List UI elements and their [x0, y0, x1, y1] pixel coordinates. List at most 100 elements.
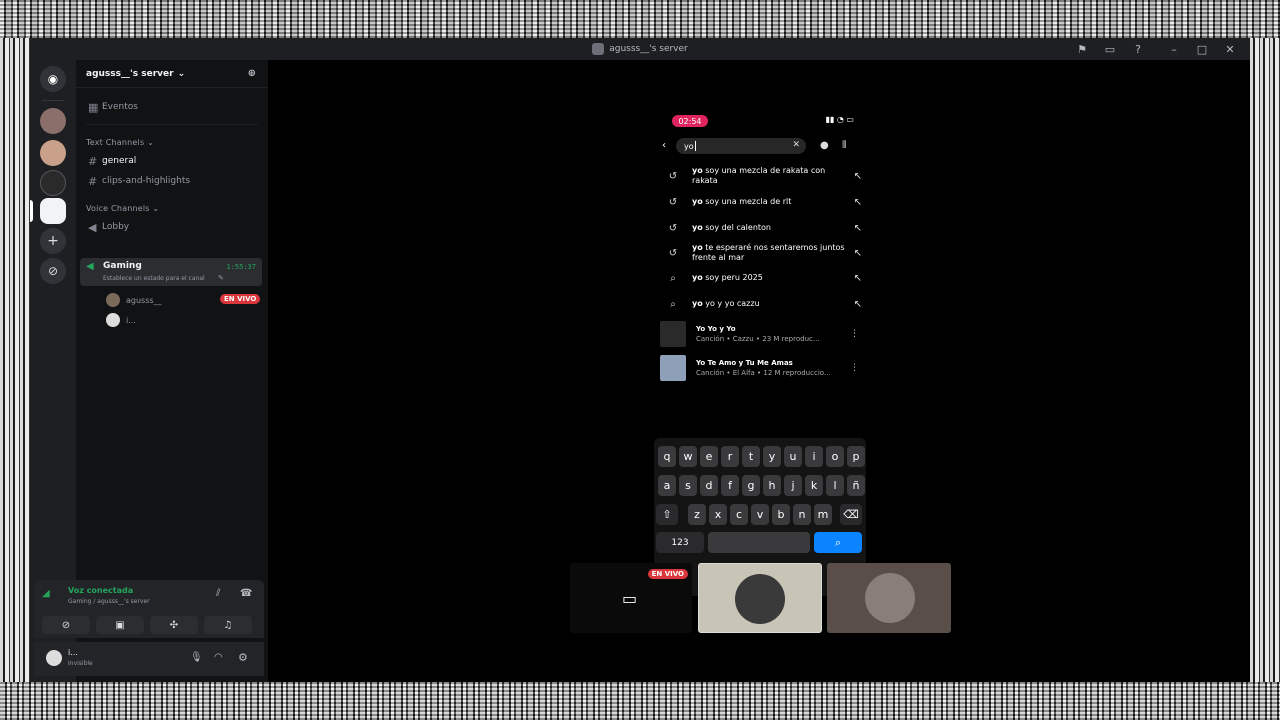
- key-row-3: zxcvbnm: [654, 504, 866, 526]
- arrow-up-left-icon[interactable]: ↖: [846, 273, 862, 284]
- song-item[interactable]: Yo Yo y Yo Canción • Cazzu • 23 M reprod…: [660, 319, 860, 349]
- suggestion-item[interactable]: ↺ yo te esperaré nos sentaremos juntos f…: [662, 241, 862, 265]
- noise-suppression-icon[interactable]: ⫽: [216, 588, 220, 599]
- add-member-icon[interactable]: ⊕: [248, 68, 256, 79]
- suggestion-item[interactable]: ⌕ yo yo y yo cazzu ↖: [662, 292, 862, 316]
- arrow-up-left-icon[interactable]: ↖: [846, 197, 862, 208]
- backspace-key[interactable]: ⌫: [840, 504, 862, 525]
- back-arrow-icon[interactable]: ‹: [662, 140, 666, 151]
- key-f[interactable]: f: [721, 475, 739, 496]
- search-key[interactable]: ⌕: [814, 532, 862, 553]
- more-icon[interactable]: ⋮: [850, 329, 860, 339]
- key-p[interactable]: p: [847, 446, 865, 467]
- arrow-up-left-icon[interactable]: ↖: [846, 171, 862, 182]
- arrow-up-left-icon[interactable]: ↖: [846, 299, 862, 310]
- screen-share-button[interactable]: ▣: [96, 616, 144, 634]
- key-q[interactable]: q: [658, 446, 676, 467]
- channel-status: Establece un estado para el canal: [103, 275, 205, 282]
- stream-tile-screen[interactable]: ▭ EN VIVO: [570, 563, 692, 633]
- disconnect-icon[interactable]: ☎: [240, 588, 252, 599]
- numbers-key[interactable]: 123: [656, 532, 704, 553]
- server-icon-3[interactable]: [40, 170, 66, 196]
- microphone-icon[interactable]: ●: [820, 140, 829, 151]
- suggestion-item[interactable]: ↺ yo soy una mezcla de rakata con rakata…: [662, 164, 862, 188]
- key-z[interactable]: z: [688, 504, 706, 525]
- suggestion-item[interactable]: ↺ yo soy una mezcla de rlt ↖: [662, 190, 862, 214]
- key-y[interactable]: y: [763, 446, 781, 467]
- server-icon-active[interactable]: [40, 198, 66, 224]
- key-c[interactable]: c: [730, 504, 748, 525]
- headphones-icon[interactable]: ◠: [214, 652, 223, 663]
- key-x[interactable]: x: [709, 504, 727, 525]
- key-d[interactable]: d: [700, 475, 718, 496]
- events-row[interactable]: ▦ Eventos: [82, 98, 262, 116]
- key-i[interactable]: i: [805, 446, 823, 467]
- suggestion-item[interactable]: ⌕ yo soy peru 2025 ↖: [662, 266, 862, 290]
- soundboard-button[interactable]: ♫: [204, 616, 252, 634]
- avatar[interactable]: [46, 650, 62, 666]
- key-t[interactable]: t: [742, 446, 760, 467]
- history-icon: ↺: [668, 222, 678, 234]
- key-r[interactable]: r: [721, 446, 739, 467]
- arrow-up-left-icon[interactable]: ↖: [846, 248, 862, 259]
- key-b[interactable]: b: [772, 504, 790, 525]
- suggestion-item[interactable]: ↺ yo soy del calenton ↖: [662, 216, 862, 240]
- add-server-icon[interactable]: +: [40, 228, 66, 254]
- key-j[interactable]: j: [784, 475, 802, 496]
- key-e[interactable]: e: [700, 446, 718, 467]
- key-o[interactable]: o: [826, 446, 844, 467]
- gear-icon[interactable]: ⚙: [238, 651, 248, 664]
- microphone-icon[interactable]: 🎙: [190, 652, 203, 663]
- channel-general[interactable]: # general: [82, 152, 262, 170]
- close-button[interactable]: ✕: [1216, 38, 1244, 60]
- search-input[interactable]: yo ✕: [676, 138, 806, 154]
- clear-icon[interactable]: ✕: [792, 140, 800, 150]
- discord-window: agusss__'s server ⚑ ▭ ? – □ ✕ ◉ + ⊘ agus…: [30, 38, 1250, 682]
- maximize-button[interactable]: □: [1188, 38, 1216, 60]
- channel-lobby[interactable]: ◀ Lobby: [82, 218, 262, 236]
- key-n[interactable]: n: [793, 504, 811, 525]
- key-v[interactable]: v: [751, 504, 769, 525]
- participant-tile[interactable]: [827, 563, 951, 633]
- discord-home-icon[interactable]: ◉: [40, 66, 66, 92]
- song-item[interactable]: Yo Te Amo y Tu Me Amas Canción • El Alfa…: [660, 353, 860, 383]
- key-m[interactable]: m: [814, 504, 832, 525]
- shift-key[interactable]: ⇧: [656, 504, 678, 525]
- activities-button[interactable]: ✣: [150, 616, 198, 634]
- avatar: [865, 573, 915, 623]
- server-icon-1[interactable]: [40, 108, 66, 134]
- flag-icon[interactable]: ⚑: [1068, 38, 1096, 60]
- key-ñ[interactable]: ñ: [847, 475, 865, 496]
- server-header[interactable]: agusss__'s server ⌄ ⊕: [76, 60, 268, 88]
- space-key[interactable]: [708, 532, 810, 553]
- arrow-up-left-icon[interactable]: ↖: [846, 223, 862, 234]
- audio-wave-icon[interactable]: ⦀: [842, 140, 846, 151]
- minimize-button[interactable]: –: [1160, 38, 1188, 60]
- key-l[interactable]: l: [826, 475, 844, 496]
- discover-icon[interactable]: ⊘: [40, 258, 66, 284]
- voice-member-i[interactable]: i...: [106, 312, 136, 328]
- camera-off-button[interactable]: ⊘: [42, 616, 90, 634]
- key-g[interactable]: g: [742, 475, 760, 496]
- live-badge: EN VIVO: [647, 569, 688, 579]
- key-h[interactable]: h: [763, 475, 781, 496]
- key-a[interactable]: a: [658, 475, 676, 496]
- text-channels-category[interactable]: Text Channels ⌄: [86, 138, 154, 147]
- key-k[interactable]: k: [805, 475, 823, 496]
- channel-clips[interactable]: # clips-and-highlights: [82, 172, 262, 190]
- voice-channels-category[interactable]: Voice Channels ⌄: [86, 204, 159, 213]
- server-icon-2[interactable]: [40, 140, 66, 166]
- key-w[interactable]: w: [679, 446, 697, 467]
- voice-status[interactable]: Voz conectada: [68, 586, 133, 595]
- voice-location[interactable]: Gaming / agusss__'s server: [68, 598, 150, 605]
- edit-icon[interactable]: ✎: [218, 274, 224, 282]
- key-s[interactable]: s: [679, 475, 697, 496]
- server-icon: [592, 43, 605, 55]
- inbox-icon[interactable]: ▭: [1096, 38, 1124, 60]
- more-icon[interactable]: ⋮: [850, 363, 860, 373]
- voice-member-agusss[interactable]: agusss__: [106, 292, 162, 308]
- participant-tile-active[interactable]: [698, 563, 822, 633]
- channel-gaming[interactable]: ◀ Gaming 1:55:37 Establece un estado par…: [80, 258, 262, 286]
- key-u[interactable]: u: [784, 446, 802, 467]
- help-icon[interactable]: ?: [1124, 38, 1152, 60]
